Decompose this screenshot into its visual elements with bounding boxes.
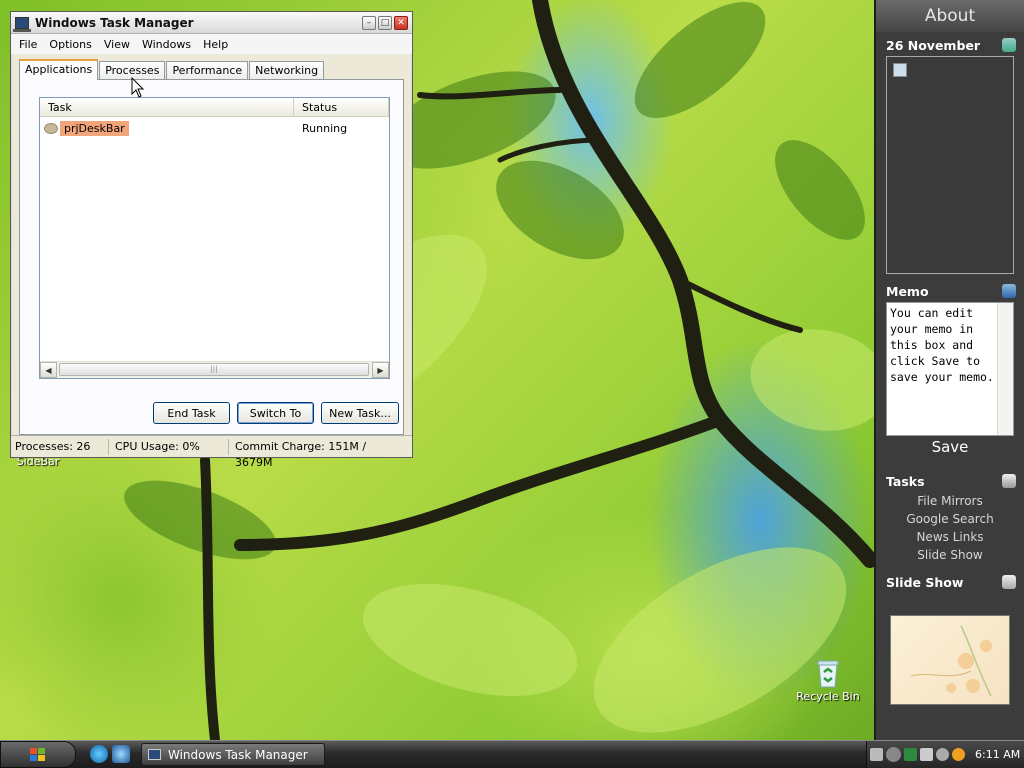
tray-app-icon[interactable] <box>904 748 917 761</box>
menu-view[interactable]: View <box>98 38 136 51</box>
tasks-title: Tasks <box>886 473 925 489</box>
task-manager-window: Windows Task Manager – □ ✕ File Options … <box>10 11 413 469</box>
menu-windows[interactable]: Windows <box>136 38 197 51</box>
applications-panel: Task Status prjDeskBar Running ◀ ||| ▶ E… <box>19 79 404 435</box>
memo-textarea[interactable]: You can edit your memo in this box and c… <box>886 302 1014 436</box>
task-manager-small-icon <box>148 749 161 760</box>
task-link-file-mirrors[interactable]: File Mirrors <box>876 492 1024 510</box>
application-icon <box>44 122 58 134</box>
menu-help[interactable]: Help <box>197 38 234 51</box>
memo-header: Memo <box>876 280 1024 302</box>
window-title: Windows Task Manager <box>35 15 194 30</box>
windows-logo-icon <box>30 747 45 761</box>
photo-section: 26 November <box>876 34 1024 274</box>
scroll-thumb[interactable]: ||| <box>59 363 369 376</box>
slideshow-section: Slide Show <box>876 571 1024 705</box>
tab-strip: Applications Processes Performance Netwo… <box>19 59 325 80</box>
task-link-google-search[interactable]: Google Search <box>876 510 1024 528</box>
internet-explorer-icon[interactable] <box>90 745 108 763</box>
memo-title: Memo <box>886 283 929 299</box>
keyboard-icon[interactable] <box>870 748 883 761</box>
close-icon[interactable]: ✕ <box>394 15 408 30</box>
taskbar-button-label: Windows Task Manager <box>168 747 308 762</box>
task-cell: prjDeskBar <box>40 120 294 136</box>
commit-charge: Commit Charge: 151M / 3679M <box>235 439 367 469</box>
tasks-icon[interactable] <box>1002 474 1016 488</box>
mouse-cursor-icon <box>131 77 145 98</box>
title-bar[interactable]: Windows Task Manager – □ ✕ <box>11 12 412 34</box>
end-task-button[interactable]: End Task <box>153 402 230 424</box>
search-icon[interactable] <box>952 748 965 761</box>
task-status: Running <box>302 121 348 135</box>
memo-icon[interactable] <box>1002 284 1016 298</box>
sidebar-about-title[interactable]: About <box>876 0 1024 32</box>
minimize-icon[interactable]: – <box>362 15 376 30</box>
task-name: prjDeskBar <box>60 120 129 136</box>
recycle-bin-glyph-icon <box>817 660 839 688</box>
column-status[interactable]: Status <box>294 98 389 116</box>
chevron-left-icon[interactable] <box>886 747 901 762</box>
flower-illustration-icon <box>910 625 992 697</box>
tab-applications[interactable]: Applications <box>19 59 99 80</box>
slideshow-icon[interactable] <box>1002 575 1016 589</box>
column-task[interactable]: Task <box>40 98 294 116</box>
memo-text: You can edit your memo in this box and c… <box>890 306 994 384</box>
slideshow-title: Slide Show <box>886 574 964 590</box>
date-label: 26 November <box>886 37 981 53</box>
table-row[interactable]: prjDeskBar Running <box>40 119 389 137</box>
memo-scrollbar[interactable] <box>997 303 1013 435</box>
task-link-news-links[interactable]: News Links <box>876 528 1024 546</box>
tasks-header: Tasks <box>876 470 1024 492</box>
scroll-right-icon[interactable]: ▶ <box>372 362 389 378</box>
task-list[interactable]: Task Status prjDeskBar Running ◀ ||| ▶ <box>39 97 390 379</box>
task-list-header: Task Status <box>40 98 389 117</box>
menu-bar: File Options View Windows Help <box>11 34 412 54</box>
tab-networking[interactable]: Networking <box>249 61 325 80</box>
slideshow-header: Slide Show <box>876 571 1024 593</box>
scroll-left-icon[interactable]: ◀ <box>40 362 57 378</box>
task-link-slide-show[interactable]: Slide Show <box>876 546 1024 564</box>
save-button[interactable]: Save <box>876 438 1024 456</box>
slideshow-image[interactable] <box>890 615 1010 705</box>
status-bar: Processes: 26 CPU Usage: 0% Commit Charg… <box>11 435 412 469</box>
tab-performance[interactable]: Performance <box>166 61 249 80</box>
recycle-bin-label: Recycle Bin <box>796 690 860 703</box>
recycle-bin-icon[interactable]: Recycle Bin <box>796 658 860 703</box>
photo-settings-icon[interactable] <box>1002 38 1016 52</box>
sidebar-panel: About 26 November Memo You can edit your… <box>874 0 1024 740</box>
menu-options[interactable]: Options <box>43 38 97 51</box>
menu-file[interactable]: File <box>13 38 43 51</box>
processes-count: Processes: 26 <box>11 438 109 455</box>
scroll-track[interactable]: ||| <box>57 362 372 378</box>
switch-to-button[interactable]: Switch To <box>237 402 314 424</box>
volume-icon[interactable] <box>936 748 949 761</box>
cpu-usage: CPU Usage: 0% <box>109 438 229 455</box>
maximize-icon[interactable]: □ <box>378 15 392 30</box>
memo-section: Memo You can edit your memo in this box … <box>876 280 1024 456</box>
taskbar-task-manager-button[interactable]: Windows Task Manager <box>141 743 325 766</box>
quick-launch-icon[interactable] <box>112 745 130 763</box>
clock[interactable]: 6:11 AM <box>975 748 1020 761</box>
network-icon[interactable] <box>920 748 933 761</box>
new-task-button[interactable]: New Task... <box>321 402 399 424</box>
photo-header: 26 November <box>876 34 1024 56</box>
horizontal-scrollbar[interactable]: ◀ ||| ▶ <box>40 361 389 378</box>
start-button[interactable] <box>0 741 76 768</box>
task-manager-icon <box>13 16 31 32</box>
tasks-section: Tasks File Mirrors Google Search News Li… <box>876 470 1024 564</box>
photo-frame[interactable] <box>886 56 1014 274</box>
system-tray: 6:11 AM <box>866 741 1024 768</box>
taskbar: Windows Task Manager 6:11 AM <box>0 740 1024 768</box>
broken-image-icon <box>893 63 907 77</box>
